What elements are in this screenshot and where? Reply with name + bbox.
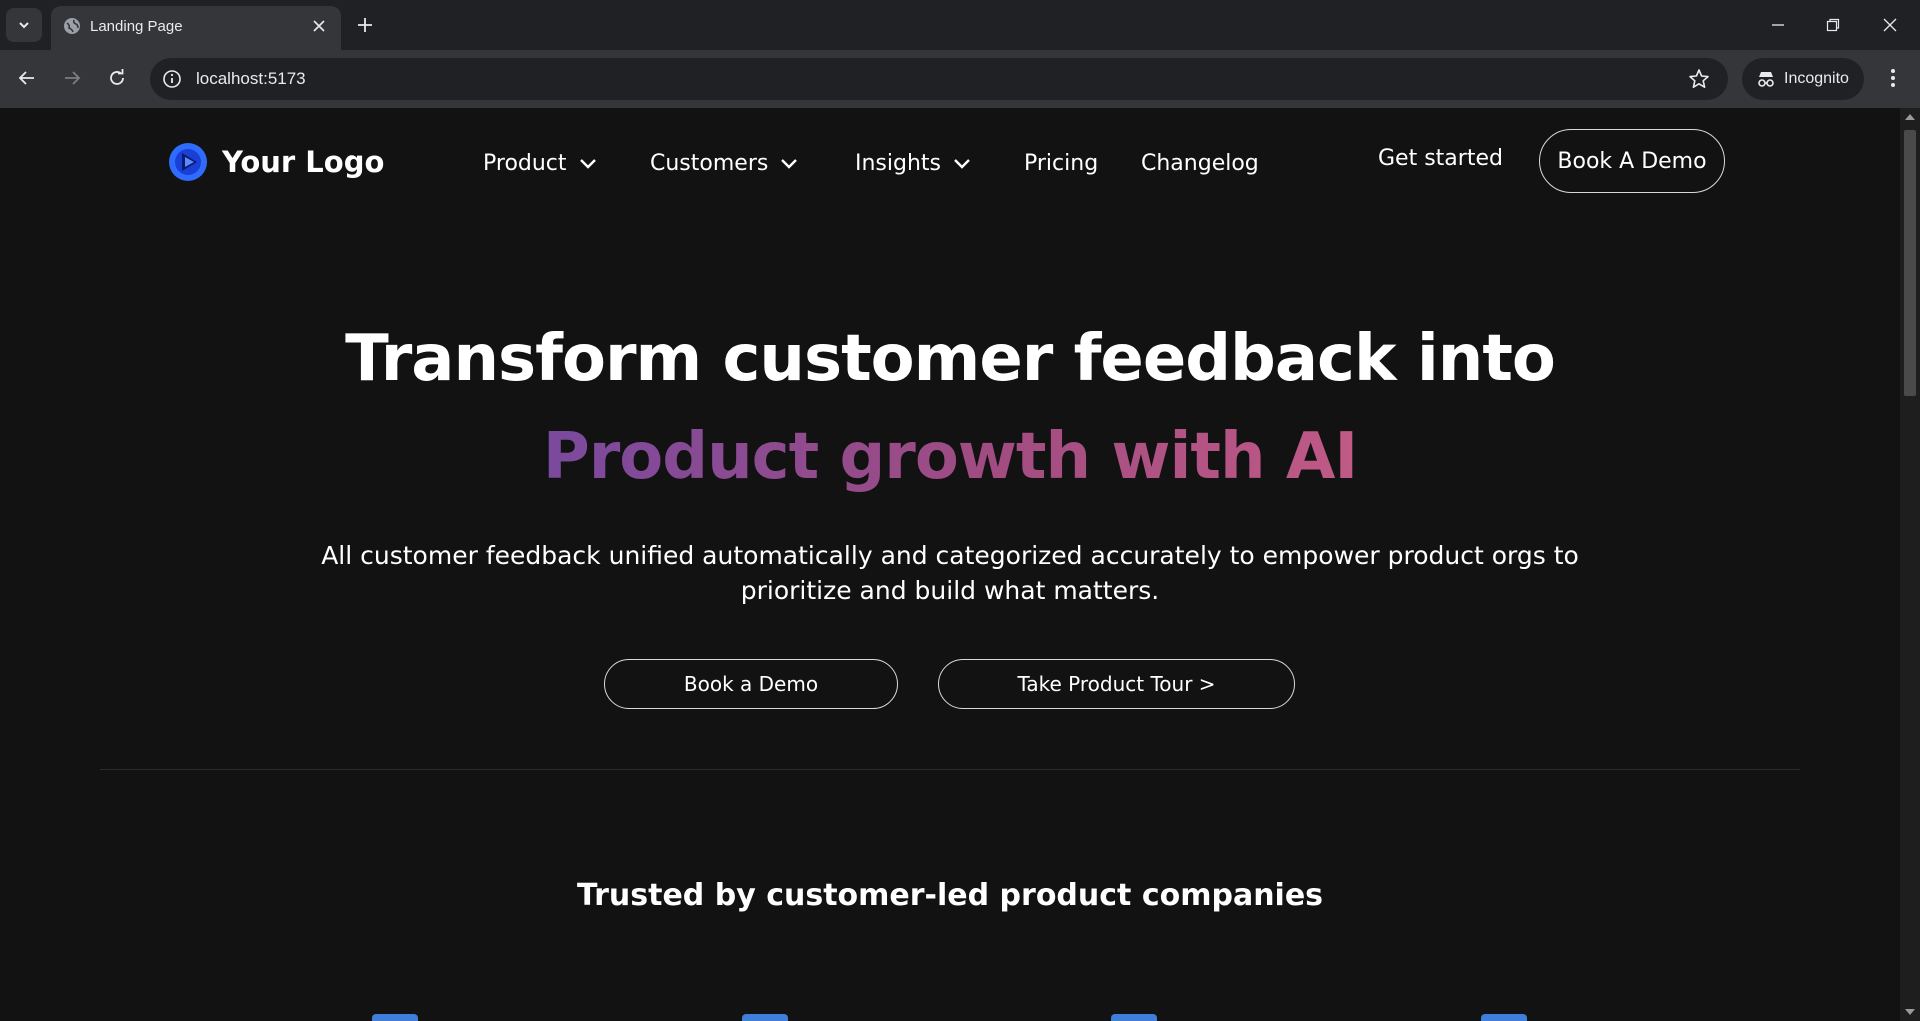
more-vertical-icon — [1891, 69, 1895, 87]
chevron-down-icon — [953, 157, 971, 169]
trusted-heading: Trusted by customer-led product companie… — [576, 878, 1324, 913]
hero-subtitle-text: Product growth with AI — [542, 420, 1358, 494]
nav-pricing[interactable]: Pricing — [1024, 148, 1098, 178]
scroll-up-arrow-icon[interactable] — [1905, 114, 1915, 120]
page-scrollbar[interactable] — [1900, 108, 1920, 1021]
restore-button[interactable] — [1818, 10, 1848, 40]
close-icon — [1883, 18, 1897, 32]
nav-changelog-label: Changelog — [1141, 150, 1259, 176]
arrow-right-icon — [65, 71, 81, 85]
hero-title: Transform customer feedback into — [345, 322, 1556, 396]
chevron-down-icon — [579, 157, 597, 169]
incognito-label: Incognito — [1784, 70, 1849, 87]
back-button[interactable] — [11, 62, 43, 94]
page-viewport: Your Logo Product Customers Insights Pri… — [0, 108, 1900, 1021]
nav-customers[interactable]: Customers — [650, 148, 798, 178]
forward-button[interactable] — [56, 62, 88, 94]
tab-title: Landing Page — [90, 18, 183, 35]
nav-product[interactable]: Product — [483, 148, 597, 178]
company-logo — [742, 1014, 788, 1021]
book-demo-button[interactable]: Book a Demo — [604, 659, 898, 709]
logo-mark-icon — [169, 143, 207, 181]
site-info-icon[interactable] — [162, 69, 182, 93]
hero-description: All customer feedback unified automatica… — [321, 541, 1579, 605]
tab-search-button[interactable] — [6, 8, 42, 42]
address-bar[interactable]: localhost:5173 — [150, 58, 1728, 100]
nav-pricing-label: Pricing — [1024, 150, 1099, 176]
browser-tab[interactable]: Landing Page — [51, 6, 341, 50]
incognito-icon — [1756, 70, 1776, 88]
restore-icon — [1826, 18, 1840, 32]
globe-icon — [63, 17, 81, 39]
bookmark-star-icon[interactable] — [1688, 68, 1710, 94]
nav-insights-label: Insights — [855, 150, 942, 176]
arrow-left-icon — [18, 71, 34, 85]
new-tab-button[interactable] — [352, 12, 378, 38]
browser-menu-button[interactable] — [1878, 62, 1908, 94]
incognito-indicator[interactable]: Incognito — [1742, 58, 1864, 100]
plus-icon — [358, 18, 372, 32]
chevron-down-icon — [19, 22, 29, 29]
company-logo — [1481, 1014, 1527, 1021]
site-logo[interactable]: Your Logo — [168, 142, 384, 182]
company-logo — [1111, 1014, 1157, 1021]
reload-icon — [110, 69, 124, 85]
nav-changelog[interactable]: Changelog — [1141, 148, 1259, 178]
section-divider — [100, 769, 1800, 770]
get-started-link[interactable]: Get started — [1378, 146, 1503, 171]
reload-button[interactable] — [101, 62, 133, 94]
browser-tab-bar: Landing Page — [0, 0, 1920, 50]
chevron-down-icon — [780, 157, 798, 169]
minimize-icon — [1772, 24, 1784, 26]
book-demo-header-button[interactable]: Book A Demo — [1539, 129, 1725, 193]
browser-toolbar: localhost:5173 Incognito — [0, 50, 1920, 108]
scrollbar-thumb[interactable] — [1904, 130, 1916, 396]
hero-subtitle: Product growth with AI — [0, 420, 1900, 494]
minimize-button[interactable] — [1763, 10, 1793, 40]
close-window-button[interactable] — [1875, 10, 1905, 40]
close-tab-icon[interactable] — [309, 16, 329, 36]
product-tour-button[interactable]: Take Product Tour > — [938, 659, 1295, 709]
nav-insights[interactable]: Insights — [855, 148, 971, 178]
company-logo — [372, 1014, 418, 1021]
nav-customers-label: Customers — [650, 150, 769, 176]
scroll-down-arrow-icon[interactable] — [1905, 1009, 1915, 1015]
nav-product-label: Product — [483, 150, 567, 176]
url-text: localhost:5173 — [196, 69, 306, 88]
logo-text: Your Logo — [222, 145, 385, 179]
